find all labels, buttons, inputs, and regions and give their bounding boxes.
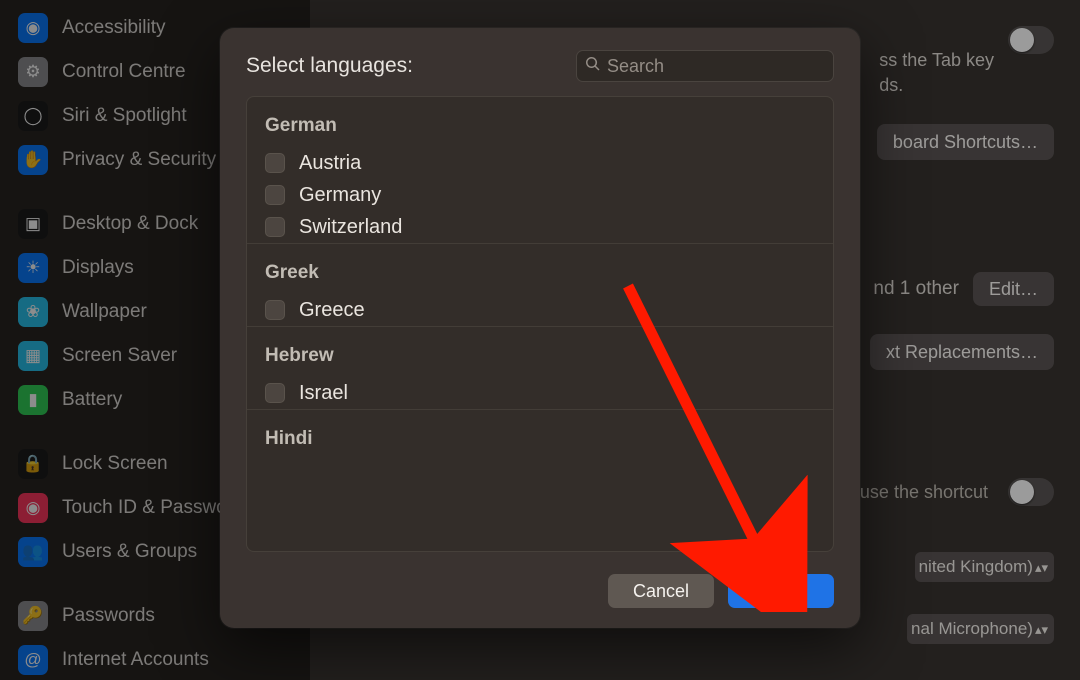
select-languages-modal: Select languages: German Austria Germany Sw… (220, 28, 860, 628)
sidebar-item-label: Battery (62, 389, 122, 411)
users-icon: 👥 (18, 537, 48, 567)
privacy-icon: ✋ (18, 145, 48, 175)
siri-icon: ◯ (18, 101, 48, 131)
internet-icon: @ (18, 645, 48, 675)
displays-icon: ☀ (18, 253, 48, 283)
search-input[interactable] (607, 56, 825, 77)
sidebar-item-label: Accessibility (62, 17, 165, 39)
language-label: Israel (299, 382, 348, 405)
battery-icon: ▮ (18, 385, 48, 415)
sidebar-item-internet[interactable]: @ Internet Accounts (12, 638, 298, 680)
language-row[interactable]: Austria (247, 147, 833, 179)
accessibility-icon: ◉ (18, 13, 48, 43)
modal-title: Select languages: (246, 54, 413, 78)
control-icon: ⚙ (18, 57, 48, 87)
language-checkbox[interactable] (265, 185, 285, 205)
sidebar-item-label: Lock Screen (62, 453, 168, 475)
dock-icon: ▣ (18, 209, 48, 239)
screensaver-icon: ▦ (18, 341, 48, 371)
language-group-header: Hindi (247, 409, 833, 460)
language-group-header: Hebrew (247, 326, 833, 377)
language-label: Greece (299, 299, 365, 322)
passwords-icon: 🔑 (18, 601, 48, 631)
sidebar-item-label: Privacy & Security (62, 149, 216, 171)
language-group-header: Greek (247, 243, 833, 294)
sidebar-item-label: Users & Groups (62, 541, 197, 563)
language-list: German Austria Germany Switzerland Greek Gree… (246, 96, 834, 552)
search-field[interactable] (576, 50, 834, 82)
lock-icon: 🔒 (18, 449, 48, 479)
sidebar-item-label: Passwords (62, 605, 155, 627)
language-checkbox[interactable] (265, 153, 285, 173)
sidebar-item-label: Displays (62, 257, 134, 279)
language-list-scroll[interactable]: German Austria Germany Switzerland Greek Gree… (247, 97, 833, 551)
sidebar-item-label: Desktop & Dock (62, 213, 198, 235)
language-label: Germany (299, 184, 381, 207)
language-row[interactable]: Switzerland (247, 211, 833, 243)
sidebar-item-label: Wallpaper (62, 301, 147, 323)
language-checkbox[interactable] (265, 383, 285, 403)
language-checkbox[interactable] (265, 217, 285, 237)
language-row[interactable]: Greece (247, 294, 833, 326)
cancel-button[interactable]: Cancel (608, 574, 714, 608)
sidebar-item-label: Internet Accounts (62, 649, 209, 671)
sidebar-item-label: Siri & Spotlight (62, 105, 187, 127)
sidebar-item-label: Touch ID & Password (62, 497, 244, 519)
sidebar-item-label: Screen Saver (62, 345, 177, 367)
language-row[interactable]: Israel (247, 377, 833, 409)
sidebar-item-label: Control Centre (62, 61, 186, 83)
language-label: Switzerland (299, 216, 402, 239)
wallpaper-icon: ❀ (18, 297, 48, 327)
language-checkbox[interactable] (265, 300, 285, 320)
search-icon (585, 56, 607, 77)
language-row[interactable]: Germany (247, 179, 833, 211)
language-group-header: German (247, 97, 833, 147)
touchid-icon: ◉ (18, 493, 48, 523)
language-label: Austria (299, 152, 361, 175)
ok-button[interactable]: OK (728, 574, 834, 608)
